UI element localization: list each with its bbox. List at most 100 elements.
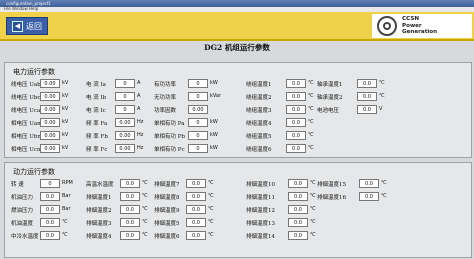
back-button[interactable]: ◀ 返回 xyxy=(6,17,48,35)
param-unit: ℃ xyxy=(142,180,148,186)
param-unit: kV xyxy=(62,132,69,138)
param-unit: kV xyxy=(62,80,69,86)
param-label: 频 率 Fa xyxy=(86,121,108,127)
param-label: 排烟温度1 xyxy=(86,195,112,201)
param-unit: A xyxy=(137,80,141,86)
param-value-field: 0.0 xyxy=(120,205,140,214)
param-value-field: 0 xyxy=(115,92,135,101)
param-value-field: 0 xyxy=(188,79,208,88)
param-value-field: 0.00 xyxy=(40,92,60,101)
param-label: 绕组温度4 xyxy=(246,121,272,127)
param-unit: ℃ xyxy=(308,93,314,99)
window-titlebar: configuration_project1 xyxy=(0,0,474,7)
param-unit: ℃ xyxy=(379,93,385,99)
param-unit: kW xyxy=(210,119,218,125)
param-unit: ℃ xyxy=(379,80,385,86)
param-unit: ℃ xyxy=(142,206,148,212)
param-value-field: 0 xyxy=(40,179,60,188)
param-value-field: 0 xyxy=(188,118,208,127)
param-value-field: 0.0 xyxy=(357,105,377,114)
param-value-field: 0.0 xyxy=(286,118,306,127)
param-unit: kV xyxy=(62,119,69,125)
param-label: 功率因数 xyxy=(154,108,177,114)
param-label: 排烟温度4 xyxy=(86,234,112,240)
param-label: 排烟温度5 xyxy=(154,221,180,227)
param-value-field: 0 xyxy=(115,105,135,114)
param-label: 相电压 Ucn xyxy=(11,147,41,153)
param-unit: kV xyxy=(62,145,69,151)
param-label: 绕组温度3 xyxy=(246,108,272,114)
param-unit: Bar xyxy=(62,206,71,212)
param-unit: RPM xyxy=(62,180,73,186)
param-unit: ℃ xyxy=(308,145,314,151)
param-label: 机油温度 xyxy=(11,221,34,227)
param-label: 排烟温度14 xyxy=(246,234,275,240)
param-label: 单相有功 Pa xyxy=(154,121,185,127)
param-label: 排烟温度11 xyxy=(246,195,275,201)
header-bar: ◀ 返回 CCSN Power Generation xyxy=(0,12,474,41)
param-unit: ℃ xyxy=(310,206,316,212)
param-value-field: 0.0 xyxy=(120,192,140,201)
param-label: 排烟温度8 xyxy=(154,195,180,201)
section-title-electric: 电力运行参数 xyxy=(13,68,55,76)
param-value-field: 0.00 xyxy=(188,105,208,114)
param-unit: Bar xyxy=(62,193,71,199)
param-label: 单相有功 Pc xyxy=(154,147,185,153)
param-label: 线电压 Uca xyxy=(11,108,41,114)
param-label: 单相有功 Pb xyxy=(154,134,185,140)
param-value-field: 0.0 xyxy=(288,179,308,188)
param-unit: A xyxy=(137,93,141,99)
param-value-field: 0.0 xyxy=(288,192,308,201)
param-unit: ℃ xyxy=(62,219,68,225)
param-label: 绕组温度5 xyxy=(246,134,272,140)
param-value-field: 0.00 xyxy=(40,144,60,153)
param-unit: ℃ xyxy=(208,219,214,225)
param-unit: Hz xyxy=(137,132,144,138)
logo-line-3: Generation xyxy=(402,29,438,35)
param-value-field: 0.00 xyxy=(115,118,135,127)
param-unit: ℃ xyxy=(308,106,314,112)
logo-emblem-icon xyxy=(377,16,397,36)
param-label: 电 流 Ib xyxy=(86,95,107,101)
param-value-field: 0 xyxy=(188,92,208,101)
param-value-field: 0.0 xyxy=(359,192,379,201)
menu-items[interactable]: File Window Help xyxy=(4,6,38,11)
section-title-power: 动力运行参数 xyxy=(13,168,55,176)
param-label: 有功功率 xyxy=(154,82,177,88)
param-label: 轴承温度2 xyxy=(317,95,343,101)
param-label: 排烟温度12 xyxy=(246,208,275,214)
param-label: 绕组温度1 xyxy=(246,82,272,88)
param-label: 线电压 Uab xyxy=(11,82,41,88)
param-unit: Hz xyxy=(137,145,144,151)
param-unit: ℃ xyxy=(381,180,387,186)
page-title: DG2 机组运行参数 xyxy=(204,43,270,52)
param-value-field: 0 xyxy=(115,79,135,88)
param-label: 排烟温度3 xyxy=(86,221,112,227)
param-unit: ℃ xyxy=(142,232,148,238)
param-value-field: 0 xyxy=(188,144,208,153)
param-value-field: 0.0 xyxy=(120,179,140,188)
param-value-field: 0.0 xyxy=(40,218,60,227)
param-label: 绕组温度6 xyxy=(246,147,272,153)
param-unit: ℃ xyxy=(310,180,316,186)
param-value-field: 0.00 xyxy=(40,118,60,127)
param-value-field: 0.0 xyxy=(186,205,206,214)
app-window: configuration_project1 File Window Help … xyxy=(0,0,474,259)
param-label: 排烟温度7 xyxy=(154,182,180,188)
param-label: 无功功率 xyxy=(154,95,177,101)
param-value-field: 0.0 xyxy=(120,218,140,227)
param-label: 相电压 Uan xyxy=(11,121,41,127)
param-unit: ℃ xyxy=(308,80,314,86)
param-value-field: 0.0 xyxy=(286,105,306,114)
param-value-field: 0.00 xyxy=(40,105,60,114)
param-value-field: 0.00 xyxy=(115,131,135,140)
param-value-field: 0.0 xyxy=(286,79,306,88)
company-logo: CCSN Power Generation xyxy=(372,14,472,38)
param-value-field: 0.0 xyxy=(288,218,308,227)
electric-params-panel: 电力运行参数 线电压 Uab 0.00 kV 电 流 Ia 0 A 有功功率 0 kW 绕组温度1… xyxy=(4,62,472,158)
param-unit: ℃ xyxy=(310,193,316,199)
param-label: 机油压力 xyxy=(11,195,34,201)
param-label: 电池电压 xyxy=(317,108,340,114)
param-value-field: 0.0 xyxy=(186,231,206,240)
param-label: 排烟温度2 xyxy=(86,208,112,214)
